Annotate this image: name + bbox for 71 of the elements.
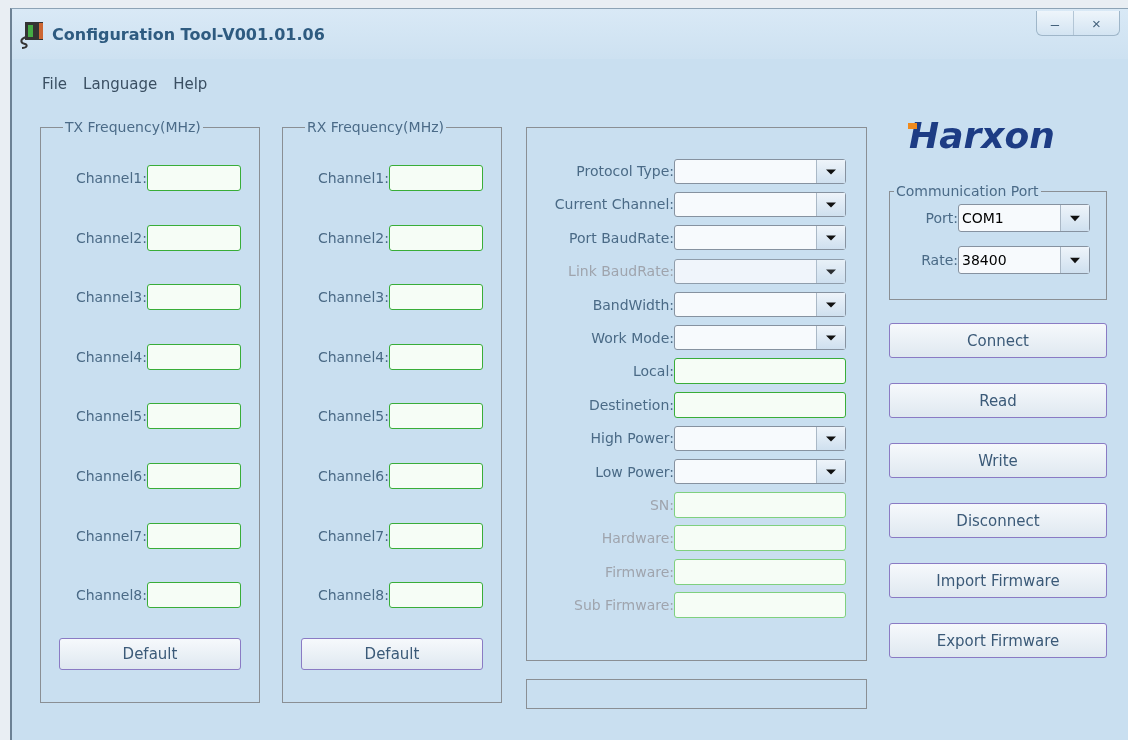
field-label: SN: xyxy=(649,496,674,513)
menu-item[interactable]: Language xyxy=(83,75,158,97)
channel-label: Channel1: xyxy=(75,170,147,186)
field-label: High Power: xyxy=(590,430,674,447)
field-label: Firmware: xyxy=(605,563,674,580)
channel-label: Channel2: xyxy=(75,229,147,246)
field-label: Local: xyxy=(633,363,674,380)
channel-field[interactable] xyxy=(147,284,241,311)
field-label: Rate: xyxy=(921,252,958,268)
window-title: Configuration Tool-V001.01.06 xyxy=(52,24,325,44)
channel-field[interactable] xyxy=(389,165,483,191)
field-label: Port BaudRate: xyxy=(569,229,674,246)
dropdown[interactable]: COM1 xyxy=(958,204,1090,232)
channel-field[interactable] xyxy=(389,522,483,549)
channel-label: Channel4: xyxy=(317,348,389,365)
channel-label: Channel8: xyxy=(75,587,147,604)
channel-field[interactable] xyxy=(147,582,241,609)
action-button[interactable]: Import Firmware xyxy=(889,563,1107,598)
app-icon xyxy=(18,19,46,49)
action-button[interactable]: Connect xyxy=(889,323,1107,358)
field-label: Sub Firmware: xyxy=(574,597,674,614)
channel-field[interactable] xyxy=(147,522,241,549)
channel-label: Channel5: xyxy=(317,408,389,425)
menu-item[interactable]: Help xyxy=(173,75,208,97)
channel-label: Channel7: xyxy=(75,527,147,544)
group-title: TX Frequency(MHz) xyxy=(64,119,202,135)
default-button[interactable]: Default xyxy=(59,638,241,671)
channel-label: Channel1: xyxy=(317,170,389,186)
default-button[interactable]: Default xyxy=(301,638,483,671)
channel-field[interactable] xyxy=(389,462,483,489)
channel-label: Channel5: xyxy=(75,408,147,425)
action-button[interactable]: Write xyxy=(889,443,1107,478)
channel-label: Channel2: xyxy=(317,229,389,246)
field-label: Port: xyxy=(925,210,958,226)
channel-field[interactable] xyxy=(389,343,483,370)
channel-field[interactable] xyxy=(389,582,483,609)
channel-label: Channel6: xyxy=(75,467,147,484)
field-label: Low Power: xyxy=(595,463,674,480)
channel-label: Channel7: xyxy=(317,527,389,544)
channel-field[interactable] xyxy=(147,403,241,430)
channel-field[interactable] xyxy=(147,165,241,191)
text-field[interactable] xyxy=(674,391,846,418)
field-label: Work Mode: xyxy=(591,329,674,346)
logo: Harxon xyxy=(909,115,1056,158)
field-label: Hardware: xyxy=(601,530,674,547)
channel-field[interactable] xyxy=(389,403,483,430)
action-button[interactable]: Export Firmware xyxy=(889,623,1107,658)
menu-item[interactable]: File xyxy=(42,75,68,97)
field-label: Current Channel: xyxy=(554,196,674,213)
field-label: Link BaudRate: xyxy=(568,263,674,280)
text-field[interactable] xyxy=(674,358,846,385)
channel-label: Channel6: xyxy=(317,467,389,484)
field-label: Protocol Type: xyxy=(576,163,674,179)
channel-field[interactable] xyxy=(147,343,241,370)
group-title: RX Frequency(MHz) xyxy=(306,119,445,135)
channel-label: Channel8: xyxy=(317,587,389,604)
channel-field[interactable] xyxy=(389,284,483,311)
channel-label: Channel4: xyxy=(75,348,147,365)
channel-label: Channel3: xyxy=(317,289,389,306)
field-label: BandWidth: xyxy=(592,296,674,313)
field-label: Destinetion: xyxy=(588,396,674,413)
channel-field[interactable] xyxy=(389,224,483,251)
minimize-button[interactable]: – xyxy=(1037,11,1073,35)
channel-label: Channel3: xyxy=(75,289,147,306)
action-button[interactable]: Read xyxy=(889,383,1107,418)
channel-field[interactable] xyxy=(147,462,241,489)
channel-field[interactable] xyxy=(147,224,241,251)
group-title: Communication Port xyxy=(895,183,1040,199)
action-button[interactable]: Disconnect xyxy=(889,503,1107,538)
close-button[interactable]: × xyxy=(1073,11,1119,35)
dropdown[interactable]: 38400 xyxy=(958,246,1090,274)
